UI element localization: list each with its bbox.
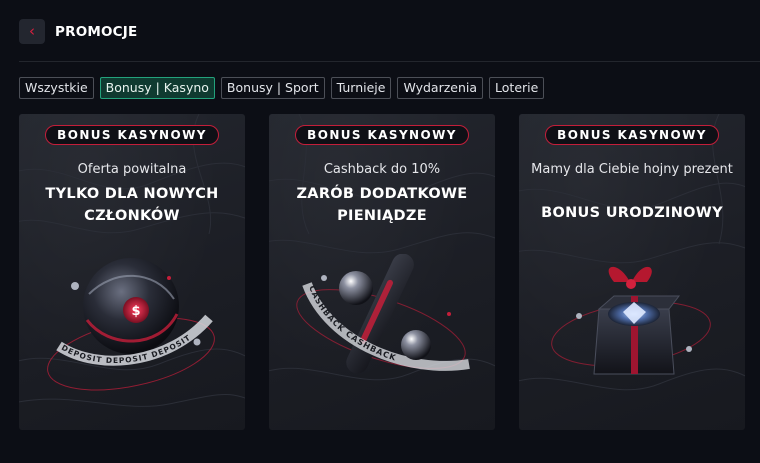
promo-card-cashback[interactable]: BONUS KASYNOWY Cashback do 10% ZARÓB DOD… — [269, 114, 495, 430]
promo-filter-tabs: Wszystkie Bonusy | Kasyno Bonusy | Sport… — [19, 77, 545, 99]
tab-bonusy-kasyno[interactable]: Bonusy | Kasyno — [99, 77, 215, 99]
tab-wszystkie[interactable]: Wszystkie — [19, 77, 94, 99]
header-divider — [19, 61, 760, 62]
tab-bonusy-sport[interactable]: Bonusy | Sport — [220, 77, 325, 99]
card-subtitle: Cashback do 10% — [323, 162, 441, 177]
chevron-left-icon: ‹ — [29, 22, 35, 40]
svg-text:$: $ — [131, 304, 140, 319]
back-button[interactable]: ‹ — [19, 19, 45, 44]
tab-turnieje[interactable]: Turnieje — [330, 77, 392, 99]
card-headline: TYLKO DLA NOWYCH CZŁONKÓW — [45, 186, 219, 224]
card-subtitle: Oferta powitalna — [77, 162, 187, 177]
card-headline: ZARÓB DODATKOWE PIENIĄDZE — [296, 186, 468, 224]
page-header: ‹ PROMOCJE — [19, 19, 137, 44]
card-subtitle: Mamy dla Ciebie hojny prezent — [531, 162, 733, 177]
tab-loterie[interactable]: Loterie — [489, 77, 545, 99]
page-title: PROMOCJE — [55, 23, 138, 40]
card-badge: BONUS KASYNOWY — [45, 125, 219, 145]
promo-card-birthday[interactable]: BONUS KASYNOWY Mamy dla Ciebie hojny pre… — [519, 114, 745, 430]
promo-card-welcome[interactable]: BONUS KASYNOWY Oferta powitalna TYLKO DL… — [19, 114, 245, 430]
card-badge: BONUS KASYNOWY — [545, 125, 719, 145]
cashback-rings-icon: CASHBACK CASHBACK — [296, 254, 470, 374]
card-headline: BONUS URODZINOWY — [541, 205, 723, 221]
promo-cards: BONUS KASYNOWY Oferta powitalna TYLKO DL… — [19, 114, 745, 430]
tab-wydarzenia[interactable]: Wydarzenia — [397, 77, 484, 99]
card-badge: BONUS KASYNOWY — [295, 125, 469, 145]
gift-box-diamond-icon — [551, 266, 711, 375]
sphere-deposit-icon: $ DEPOSIT DEPOSIT DEPOSIT — [47, 258, 215, 391]
